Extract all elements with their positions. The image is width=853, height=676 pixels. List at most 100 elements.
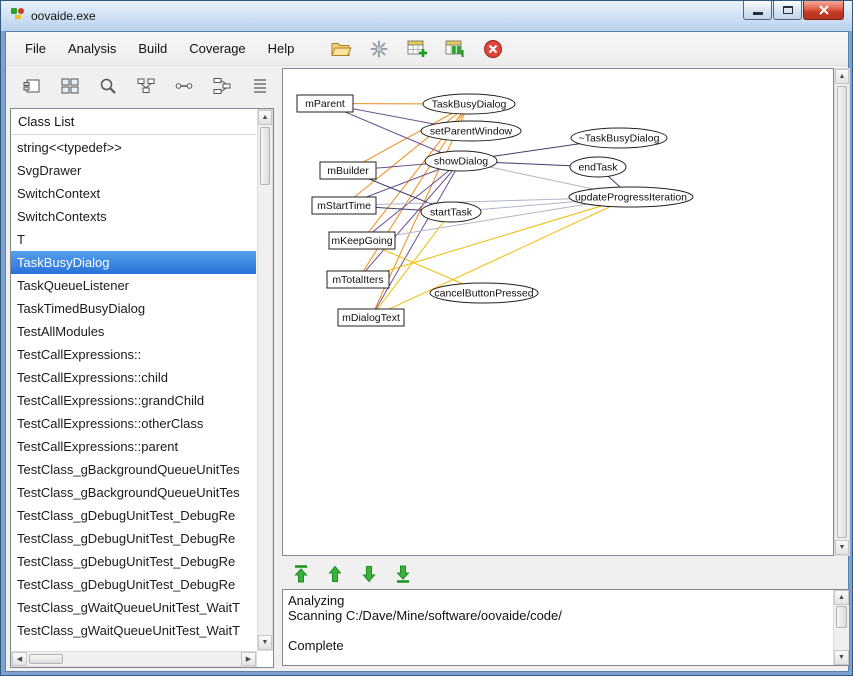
class-list-item[interactable]: TestClass_gBackgroundQueueUnitTes [11, 458, 256, 481]
diagram-node-mkeepgoing[interactable]: mKeepGoing [329, 232, 395, 249]
menu-bar: FileAnalysisBuildCoverageHelp [14, 37, 305, 60]
menu-coverage[interactable]: Coverage [178, 37, 256, 60]
top-bar: FileAnalysisBuildCoverageHelp [6, 32, 848, 66]
svg-text:mTotalIters: mTotalIters [332, 274, 383, 286]
component-diagram-icon[interactable] [20, 74, 44, 98]
diagram-node-endtask[interactable]: endTask [570, 157, 626, 177]
scroll-up-button[interactable] [835, 69, 849, 84]
class-list-item[interactable]: TestCallExpressions:: [11, 343, 256, 366]
nav-toolbar [282, 560, 682, 588]
svg-text:mBuilder: mBuilder [327, 165, 369, 177]
class-list-item[interactable]: TestClass_gDebugUnitTest_DebugRe [11, 504, 256, 527]
diagram-node-showdialog[interactable]: showDialog [425, 151, 497, 171]
class-list-item[interactable]: TestClass_gDebugUnitTest_DebugRe [11, 527, 256, 550]
diagram-node-mtotaliters[interactable]: mTotalIters [327, 271, 389, 288]
move-down-icon[interactable] [356, 561, 382, 587]
portion-diagram-icon[interactable] [134, 74, 158, 98]
maximize-button[interactable] [773, 1, 802, 20]
scroll-up-button[interactable] [834, 590, 849, 605]
diagram-node-taskbusydialog_dtor[interactable]: ~TaskBusyDialog [571, 128, 667, 148]
class-list-panel: Class List string<<typedef>>SvgDrawerSwi… [10, 108, 274, 668]
class-list-item[interactable]: TaskQueueListener [11, 274, 256, 297]
menu-file[interactable]: File [14, 37, 57, 60]
class-list-item[interactable]: TestCallExpressions::child [11, 366, 256, 389]
class-list-item[interactable]: TestCallExpressions::grandChild [11, 389, 256, 412]
class-list-item[interactable]: TaskBusyDialog [11, 251, 256, 274]
diagram-node-mbuilder[interactable]: mBuilder [320, 162, 376, 179]
class-list-item[interactable]: SwitchContexts [11, 205, 256, 228]
title-bar: oovaide.exe [1, 1, 852, 31]
operation-diagram-icon[interactable] [172, 74, 196, 98]
class-list-item[interactable]: SvgDrawer [11, 159, 256, 182]
log-line: Analyzing [288, 593, 833, 608]
diagram-toolbar [12, 69, 278, 103]
class-list-item[interactable]: T [11, 228, 256, 251]
log-line: Scanning C:/Dave/Mine/software/oovaide/c… [288, 608, 833, 623]
scroll-down-button[interactable] [834, 650, 849, 665]
scrollbar-thumb[interactable] [29, 654, 63, 664]
svg-text:setParentWindow: setParentWindow [430, 126, 513, 138]
classlist-vscrollbar[interactable] [257, 109, 273, 651]
scroll-down-button[interactable] [258, 635, 272, 650]
build-icon[interactable] [403, 36, 431, 62]
svg-text:TaskBusyDialog: TaskBusyDialog [432, 99, 507, 111]
close-button[interactable] [803, 1, 844, 20]
minimize-button[interactable] [743, 1, 772, 20]
log-line [288, 623, 833, 638]
diagram-edge [358, 197, 631, 280]
class-list-item[interactable]: TaskTimedBusyDialog [11, 297, 256, 320]
coverage-build-icon[interactable] [441, 36, 469, 62]
svg-text:mStartTime: mStartTime [317, 200, 371, 212]
zone-diagram-icon[interactable] [58, 74, 82, 98]
class-list: string<<typedef>>SvgDrawerSwitchContextS… [11, 136, 256, 650]
stop-icon[interactable] [479, 36, 507, 62]
diagram-node-mdialogtext[interactable]: mDialogText [338, 309, 404, 326]
move-up-icon[interactable] [322, 561, 348, 587]
diagram-node-taskbusydialog_ctor[interactable]: TaskBusyDialog [423, 94, 515, 114]
class-list-item[interactable]: TestCallExpressions::otherClass [11, 412, 256, 435]
menu-analysis[interactable]: Analysis [57, 37, 127, 60]
class-list-item[interactable]: TestClass_gBackgroundQueueUnitTes [11, 481, 256, 504]
menu-build[interactable]: Build [127, 37, 178, 60]
diagram-vscrollbar[interactable] [834, 68, 850, 556]
class-list-item[interactable]: TestClass_gWaitQueueUnitTest_WaitT [11, 619, 256, 642]
class-list-item[interactable]: TestAllModules [11, 320, 256, 343]
scroll-up-button[interactable] [258, 110, 272, 125]
main-toolbar [327, 36, 517, 62]
scrollbar-thumb[interactable] [836, 606, 847, 628]
scroll-right-button[interactable] [241, 652, 256, 666]
diagram-node-cancelbuttonpressed[interactable]: cancelButtonPressed [430, 283, 538, 303]
class-list-item[interactable]: TestClass_gWaitQueueUnitTest_WaitT [11, 596, 256, 619]
open-folder-icon[interactable] [327, 36, 355, 62]
svg-text:showDialog: showDialog [434, 156, 488, 168]
operation-diagram-svg: mParent mBuilder mStartTime mKeepGoing mTota… [283, 69, 833, 555]
include-diagram-icon[interactable] [210, 74, 234, 98]
class-diagram-icon[interactable] [96, 74, 120, 98]
svg-text:endTask: endTask [578, 162, 618, 174]
diagram-node-starttask[interactable]: startTask [421, 202, 481, 222]
log-panel: AnalyzingScanning C:/Dave/Mine/software/… [282, 589, 850, 666]
class-list-item[interactable]: SwitchContext [11, 182, 256, 205]
diagram-node-setparentwindow[interactable]: setParentWindow [421, 121, 521, 141]
svg-text:startTask: startTask [430, 207, 473, 219]
class-list-item[interactable]: TestClass_gDebugUnitTest_DebugRe [11, 550, 256, 573]
move-bottom-icon[interactable] [390, 561, 416, 587]
scroll-left-button[interactable] [12, 652, 27, 666]
log-vscrollbar[interactable] [833, 590, 849, 665]
move-top-icon[interactable] [288, 561, 314, 587]
class-list-header: Class List [11, 109, 256, 135]
menu-help[interactable]: Help [257, 37, 306, 60]
diagram-node-mparent[interactable]: mParent [297, 95, 353, 112]
scrollbar-thumb[interactable] [260, 127, 270, 185]
scrollbar-thumb[interactable] [837, 86, 847, 538]
minimize-icon [753, 12, 763, 15]
analyze-icon[interactable] [365, 36, 393, 62]
class-list-item[interactable]: TestCallExpressions::parent [11, 435, 256, 458]
journal-list-icon[interactable] [248, 74, 272, 98]
scroll-down-button[interactable] [835, 540, 849, 555]
class-list-item[interactable]: TestClass_gDebugUnitTest_DebugRe [11, 573, 256, 596]
class-list-item[interactable]: string<<typedef>> [11, 136, 256, 159]
diagram-node-mstarttime[interactable]: mStartTime [312, 197, 376, 214]
classlist-hscrollbar[interactable] [11, 651, 257, 667]
diagram-node-updateprogressiteration[interactable]: updateProgressIteration [569, 187, 693, 207]
